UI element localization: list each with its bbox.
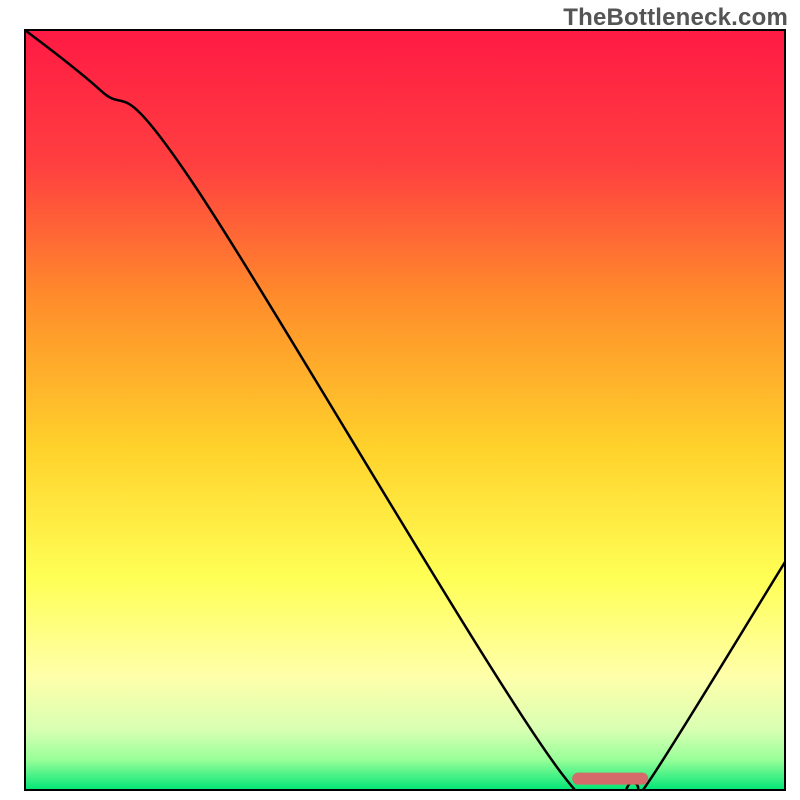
plot-background [25,30,785,790]
optimal-range-marker [572,773,648,785]
chart-container: TheBottleneck.com [0,0,800,800]
bottleneck-chart [0,0,800,800]
watermark-text: TheBottleneck.com [563,4,788,32]
